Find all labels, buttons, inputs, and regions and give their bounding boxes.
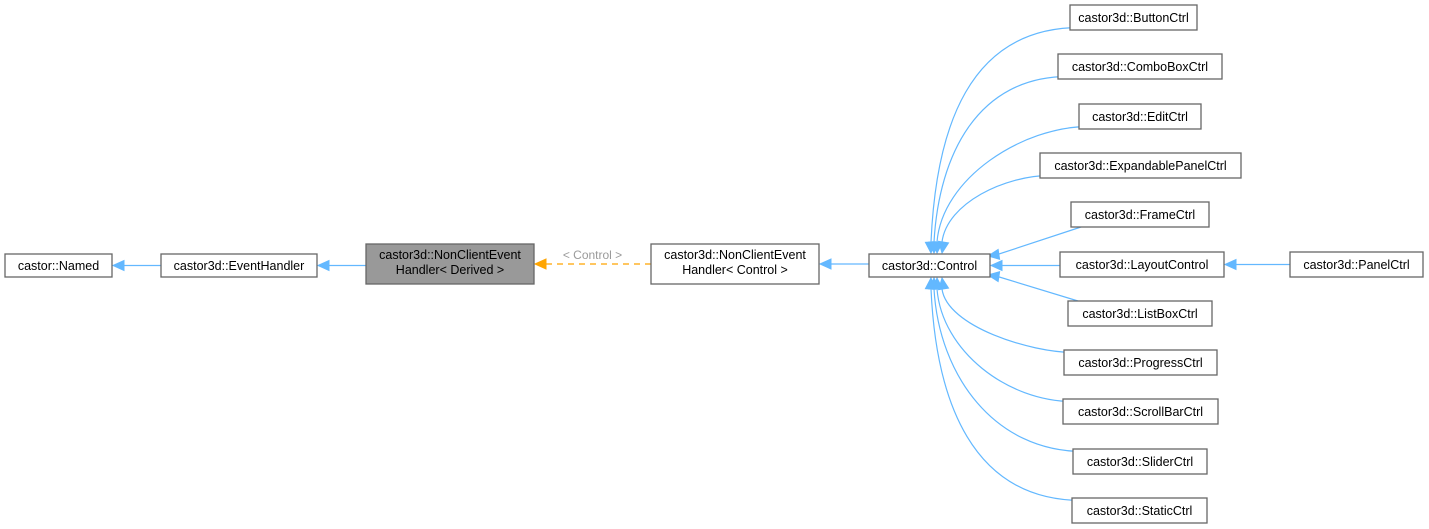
class-node-label: castor3d::ComboBoxCtrl (1072, 60, 1208, 74)
edge-edit-to-control (936, 125, 1090, 243)
class-node-label: castor3d::Control (882, 259, 977, 273)
class-node-nonclient-control[interactable]: castor3d::NonClientEventHandler< Control… (650, 243, 820, 285)
class-node-event-handler[interactable]: castor3d::EventHandler (160, 253, 318, 278)
class-node-label: castor3d::FrameCtrl (1085, 208, 1195, 222)
template-argument-label: < Control > (563, 248, 622, 262)
class-node-layout[interactable]: castor3d::LayoutControl (1059, 251, 1225, 278)
class-node-label: castor::Named (18, 259, 99, 273)
class-node-label: Handler< Derived > (396, 263, 504, 277)
edge-expandable-to-control (941, 174, 1051, 243)
class-node-label: castor3d::PanelCtrl (1303, 258, 1409, 272)
nodes-layer: castor::Named castor3d::EventHandlercasto… (4, 4, 1424, 524)
class-node-button[interactable]: castor3d::ButtonCtrl (1069, 4, 1198, 31)
class-node-nonclient-derived: castor3d::NonClientEventHandler< Derived… (365, 243, 535, 285)
class-node-label: castor3d::NonClientEvent (379, 248, 521, 262)
edge-listbox-to-control (995, 275, 1079, 302)
class-node-label: castor3d::NonClientEvent (664, 248, 806, 262)
class-node-expandable[interactable]: castor3d::ExpandablePanelCtrl (1039, 152, 1242, 179)
edge-layout-to-control-arrowhead (989, 259, 1003, 272)
class-node-progress[interactable]: castor3d::ProgressCtrl (1063, 349, 1218, 376)
class-node-named[interactable]: castor::Named (4, 253, 113, 278)
class-node-label: Handler< Control > (682, 263, 788, 277)
edge-scrollbar-to-control (936, 288, 1074, 403)
class-node-label: castor3d::ProgressCtrl (1078, 356, 1202, 370)
edge-event-handler-to-named-arrowhead (111, 259, 125, 272)
class-node-control[interactable]: castor3d::Control (868, 253, 991, 278)
class-node-scrollbar[interactable]: castor3d::ScrollBarCtrl (1062, 398, 1219, 425)
edge-static-to-control (930, 288, 1083, 502)
edge-nonclient-control-to-nonclient-derived-arrowhead (533, 258, 547, 270)
class-node-panel[interactable]: castor3d::PanelCtrl (1289, 251, 1424, 278)
class-node-label: castor3d::StaticCtrl (1087, 504, 1193, 518)
edge-control-to-nonclient-control-arrowhead (818, 258, 832, 270)
class-node-label: castor3d::SliderCtrl (1087, 455, 1193, 469)
class-node-combobox[interactable]: castor3d::ComboBoxCtrl (1057, 53, 1223, 80)
class-node-label: castor3d::ButtonCtrl (1078, 11, 1188, 25)
class-node-edit[interactable]: castor3d::EditCtrl (1078, 103, 1202, 130)
class-node-label: castor3d::LayoutControl (1076, 258, 1209, 272)
edge-panel-to-layout-arrowhead (1223, 258, 1237, 271)
edge-nonclient-derived-to-event-handler-arrowhead (316, 259, 330, 272)
class-node-static[interactable]: castor3d::StaticCtrl (1071, 497, 1208, 524)
inheritance-diagram: < Control > castor::Named castor3d::Event… (4, 4, 1424, 524)
edge-expandable-to-control-arrowhead (937, 240, 950, 255)
class-node-label: castor3d::EditCtrl (1092, 110, 1188, 124)
class-node-listbox[interactable]: castor3d::ListBoxCtrl (1067, 300, 1213, 327)
class-node-label: castor3d::ListBoxCtrl (1082, 307, 1197, 321)
edge-progress-to-control (941, 288, 1075, 354)
class-node-frame[interactable]: castor3d::FrameCtrl (1070, 201, 1210, 228)
edge-frame-to-control (995, 226, 1082, 256)
class-node-label: castor3d::ExpandablePanelCtrl (1054, 159, 1226, 173)
class-node-label: castor3d::ScrollBarCtrl (1078, 405, 1203, 419)
class-node-label: castor3d::EventHandler (174, 259, 305, 273)
class-node-slider[interactable]: castor3d::SliderCtrl (1072, 448, 1208, 475)
